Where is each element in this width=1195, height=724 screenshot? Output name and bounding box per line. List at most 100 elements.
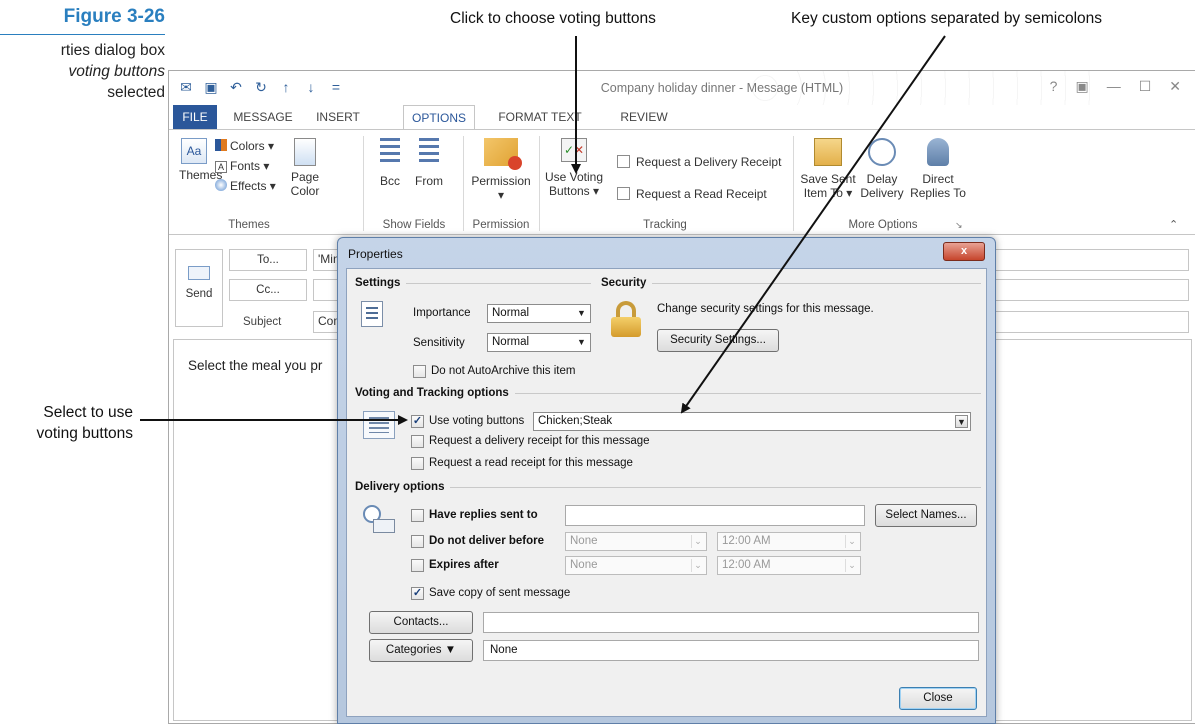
bcc-button[interactable]: Bcc xyxy=(375,138,405,188)
categories-button[interactable]: Categories ▼ xyxy=(369,639,473,662)
help-icon[interactable]: ? xyxy=(1050,78,1058,95)
tab-insert[interactable]: INSERT xyxy=(309,105,367,129)
chevron-down-icon: ▼ xyxy=(444,644,457,656)
message-body-text: Select the meal you pr xyxy=(188,358,323,373)
expires-after-time[interactable]: 12:00 AM ⌄ xyxy=(717,556,861,575)
expires-after-date-value: None xyxy=(570,559,598,571)
page-color-button[interactable]: Page Color xyxy=(287,138,323,198)
caption-line-3: selected xyxy=(107,84,165,101)
page-color-icon xyxy=(294,138,316,166)
request-delivery-receipt-checkbox[interactable] xyxy=(411,435,424,448)
maximize-icon[interactable]: ☐ xyxy=(1139,78,1152,95)
effects-button[interactable]: Effects ▾ xyxy=(215,178,276,194)
delivery-receipt-checkbox[interactable]: Request a Delivery Receipt xyxy=(617,154,781,170)
send-label: Send xyxy=(185,288,213,300)
colors-label: Colors xyxy=(230,139,265,153)
have-replies-field[interactable] xyxy=(565,505,865,526)
colors-button[interactable]: Colors ▾ xyxy=(215,138,274,154)
importance-select[interactable]: Normal ▼ xyxy=(487,304,591,323)
voting-icon: ✓✕ xyxy=(561,138,587,162)
request-read-receipt-checkbox[interactable] xyxy=(411,457,424,470)
close-button[interactable]: Close xyxy=(899,687,977,710)
save-sent-label-2: Item To ▾ xyxy=(803,186,853,200)
to-button[interactable]: To... xyxy=(229,249,307,271)
bcc-icon xyxy=(380,138,400,166)
send-button[interactable]: Send xyxy=(175,249,223,327)
dialog-close-x-button[interactable]: x xyxy=(943,242,985,261)
voting-options-icon xyxy=(363,411,395,439)
security-settings-button[interactable]: Security Settings... xyxy=(657,329,779,352)
settings-list-icon xyxy=(361,301,383,327)
ribbon: Aa Themes Colors ▾ A Fonts ▾ Effects ▾ Pa… xyxy=(169,129,1195,235)
delivery-receipt-box[interactable] xyxy=(617,155,630,168)
autoarchive-checkbox[interactable] xyxy=(413,365,426,378)
collapse-ribbon-icon[interactable]: ⌃ xyxy=(1169,218,1178,231)
chevron-down-icon[interactable]: ▼ xyxy=(955,415,968,428)
tab-message[interactable]: MESSAGE xyxy=(227,105,299,129)
caption-line-2: voting buttons xyxy=(68,63,165,80)
fonts-icon: A xyxy=(215,161,227,173)
tab-format-text[interactable]: FORMAT TEXT xyxy=(491,105,589,129)
save-sent-item-button[interactable]: Save Sent Item To ▾ xyxy=(799,138,857,200)
group-show-fields-label: Show Fields xyxy=(382,219,446,231)
save-sent-label-1: Save Sent xyxy=(800,172,856,186)
colors-icon xyxy=(215,139,227,151)
page-color-label-1: Page xyxy=(290,170,320,184)
select-names-button[interactable]: Select Names... xyxy=(875,504,977,527)
minimize-icon[interactable]: — xyxy=(1107,78,1121,95)
do-not-deliver-time-value: 12:00 AM xyxy=(722,535,771,547)
permission-button[interactable]: Permission ▾ xyxy=(469,138,533,202)
have-replies-sent-checkbox[interactable] xyxy=(411,509,424,522)
do-not-deliver-date-value: None xyxy=(570,535,598,547)
use-voting-buttons-button[interactable]: ✓✕ Use Voting Buttons ▾ xyxy=(543,138,605,198)
use-voting-buttons-label: Use voting buttons xyxy=(429,415,525,427)
caption-line-1: rties dialog box xyxy=(60,42,165,59)
expires-after-checkbox[interactable] xyxy=(411,559,424,572)
effects-label: Effects xyxy=(230,179,267,193)
callout-custom-options: Key custom options separated by semicolo… xyxy=(791,10,1103,27)
read-receipt-checkbox[interactable]: Request a Read Receipt xyxy=(617,186,767,202)
send-envelope-icon xyxy=(188,266,210,280)
sensitivity-select[interactable]: Normal ▼ xyxy=(487,333,591,352)
security-text: Change security settings for this messag… xyxy=(657,303,874,315)
voting-buttons-combo[interactable]: Chicken;Steak ▼ xyxy=(533,412,971,431)
settings-heading-text: Settings xyxy=(355,277,401,289)
save-sent-label-2-text: Item To xyxy=(803,186,843,200)
read-receipt-box[interactable] xyxy=(617,187,630,200)
group-separator xyxy=(363,136,364,231)
chevron-down-icon: ⌄ xyxy=(845,559,858,572)
contacts-field[interactable] xyxy=(483,612,979,633)
direct-replies-button[interactable]: Direct Replies To xyxy=(909,138,967,200)
person-icon xyxy=(927,138,949,166)
tab-review[interactable]: REVIEW xyxy=(609,105,679,129)
group-separator xyxy=(463,136,464,231)
fonts-button[interactable]: A Fonts ▾ xyxy=(215,158,269,174)
page-color-label-2: Color xyxy=(290,184,320,198)
voting-tracking-heading-text: Voting and Tracking options xyxy=(355,387,509,399)
ribbon-display-icon[interactable]: ▣ xyxy=(1075,78,1088,95)
properties-dialog: Properties x Settings Importance Normal ▼… xyxy=(337,237,996,724)
cc-button[interactable]: Cc... xyxy=(229,279,307,301)
from-button[interactable]: From xyxy=(411,138,447,188)
tab-options[interactable]: OPTIONS xyxy=(403,105,475,130)
categories-field[interactable]: None xyxy=(483,640,979,661)
use-voting-label-1: Use Voting xyxy=(544,170,604,184)
delivery-clock-icon xyxy=(363,505,395,537)
save-copy-checkbox[interactable]: ✓ xyxy=(411,587,424,600)
use-voting-buttons-checkbox[interactable]: ✓ xyxy=(411,415,424,428)
expires-after-date[interactable]: None ⌄ xyxy=(565,556,707,575)
tab-file[interactable]: FILE xyxy=(173,105,217,129)
close-window-icon[interactable]: ✕ xyxy=(1169,78,1181,95)
contacts-button[interactable]: Contacts... xyxy=(369,611,473,634)
security-heading-text: Security xyxy=(601,277,647,289)
do-not-deliver-date[interactable]: None ⌄ xyxy=(565,532,707,551)
group-separator xyxy=(793,136,794,231)
do-not-deliver-time[interactable]: 12:00 AM ⌄ xyxy=(717,532,861,551)
figure-number: Figure 3-26 xyxy=(63,6,165,27)
have-replies-sent-label: Have replies sent to xyxy=(429,509,538,521)
delay-delivery-button[interactable]: Delay Delivery xyxy=(859,138,905,200)
do-not-deliver-checkbox[interactable] xyxy=(411,535,424,548)
themes-button[interactable]: Aa Themes xyxy=(179,138,222,182)
dialog-launcher-icon[interactable]: ↘ xyxy=(955,220,963,231)
importance-label: Importance xyxy=(413,307,471,319)
